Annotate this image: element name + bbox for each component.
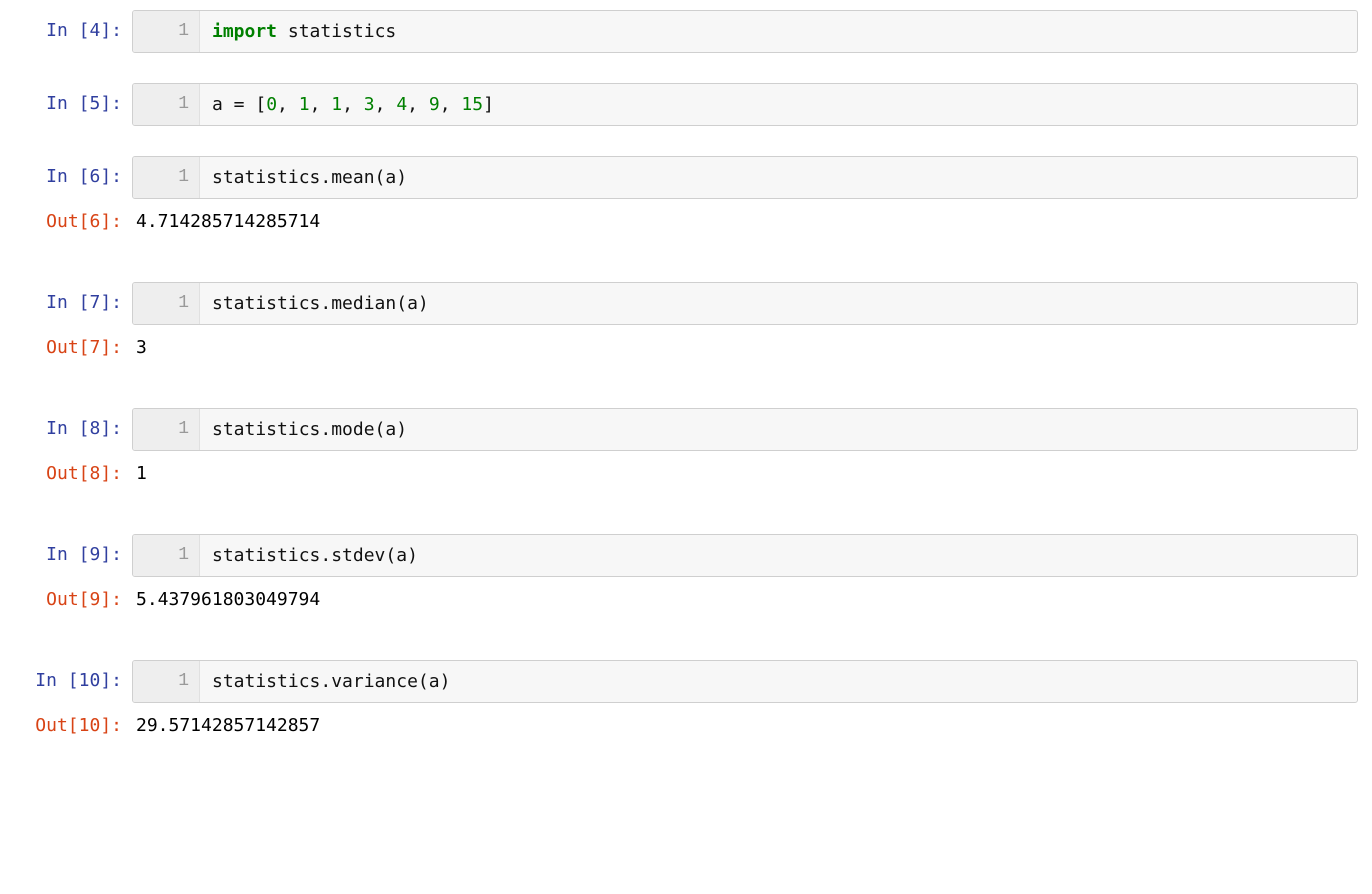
input-prompt: In [4]: bbox=[0, 10, 132, 41]
number-token: 9 bbox=[429, 94, 440, 115]
code-content[interactable]: statistics.median(a) bbox=[200, 283, 441, 324]
output-value: 5.437961803049794 bbox=[132, 585, 1372, 630]
code-content[interactable]: a = [0, 1, 1, 3, 4, 9, 15] bbox=[200, 84, 506, 125]
code-token: ] bbox=[483, 94, 494, 115]
output-value: 3 bbox=[132, 333, 1372, 378]
output-value: 4.714285714285714 bbox=[132, 207, 1372, 252]
code-token: , bbox=[440, 94, 462, 115]
code-token: , bbox=[342, 94, 364, 115]
code-token: a = [ bbox=[212, 94, 266, 115]
input-prompt: In [5]: bbox=[0, 83, 132, 114]
code-cell[interactable]: 1 statistics.variance(a) bbox=[132, 660, 1358, 703]
code-content[interactable]: import statistics bbox=[200, 11, 408, 52]
output-value: 1 bbox=[132, 459, 1372, 504]
notebook-container: In [4]:1import statisticsIn [5]:1a = [0,… bbox=[0, 10, 1372, 756]
line-number: 1 bbox=[133, 11, 200, 52]
code-token: statistics.mode(a) bbox=[212, 419, 407, 440]
code-token: , bbox=[407, 94, 429, 115]
code-cell[interactable]: 1 statistics.stdev(a) bbox=[132, 534, 1358, 577]
line-number: 1 bbox=[133, 535, 200, 576]
number-token: 1 bbox=[331, 94, 342, 115]
code-token: statistics.mean(a) bbox=[212, 167, 407, 188]
output-prompt: Out[6]: bbox=[0, 207, 132, 232]
line-number: 1 bbox=[133, 157, 200, 198]
line-number: 1 bbox=[133, 84, 200, 125]
code-content[interactable]: statistics.mode(a) bbox=[200, 409, 419, 450]
input-prompt: In [8]: bbox=[0, 408, 132, 439]
output-value: 29.57142857142857 bbox=[132, 711, 1372, 756]
code-content[interactable]: statistics.mean(a) bbox=[200, 157, 419, 198]
line-number: 1 bbox=[133, 409, 200, 450]
code-cell[interactable]: 1a = [0, 1, 1, 3, 4, 9, 15] bbox=[132, 83, 1358, 126]
code-token: statistics bbox=[277, 21, 396, 42]
line-number: 1 bbox=[133, 661, 200, 702]
input-prompt: In [6]: bbox=[0, 156, 132, 187]
code-token: statistics.stdev(a) bbox=[212, 545, 418, 566]
output-prompt: Out[8]: bbox=[0, 459, 132, 484]
input-prompt: In [7]: bbox=[0, 282, 132, 313]
output-prompt: Out[10]: bbox=[0, 711, 132, 736]
line-number: 1 bbox=[133, 283, 200, 324]
code-cell[interactable]: 1import statistics bbox=[132, 10, 1358, 53]
code-cell[interactable]: 1 statistics.median(a) bbox=[132, 282, 1358, 325]
output-prompt: Out[9]: bbox=[0, 585, 132, 610]
code-cell[interactable]: 1 statistics.mean(a) bbox=[132, 156, 1358, 199]
code-token: , bbox=[310, 94, 332, 115]
number-token: 0 bbox=[266, 94, 277, 115]
code-content[interactable]: statistics.stdev(a) bbox=[200, 535, 430, 576]
input-prompt: In [9]: bbox=[0, 534, 132, 565]
keyword-token: import bbox=[212, 21, 277, 42]
code-token: statistics.variance(a) bbox=[212, 671, 450, 692]
number-token: 15 bbox=[461, 94, 483, 115]
code-token: , bbox=[277, 94, 299, 115]
code-token: statistics.median(a) bbox=[212, 293, 429, 314]
number-token: 1 bbox=[299, 94, 310, 115]
number-token: 4 bbox=[396, 94, 407, 115]
code-content[interactable]: statistics.variance(a) bbox=[200, 661, 462, 702]
input-prompt: In [10]: bbox=[0, 660, 132, 691]
output-prompt: Out[7]: bbox=[0, 333, 132, 358]
number-token: 3 bbox=[364, 94, 375, 115]
code-token: , bbox=[375, 94, 397, 115]
code-cell[interactable]: 1 statistics.mode(a) bbox=[132, 408, 1358, 451]
